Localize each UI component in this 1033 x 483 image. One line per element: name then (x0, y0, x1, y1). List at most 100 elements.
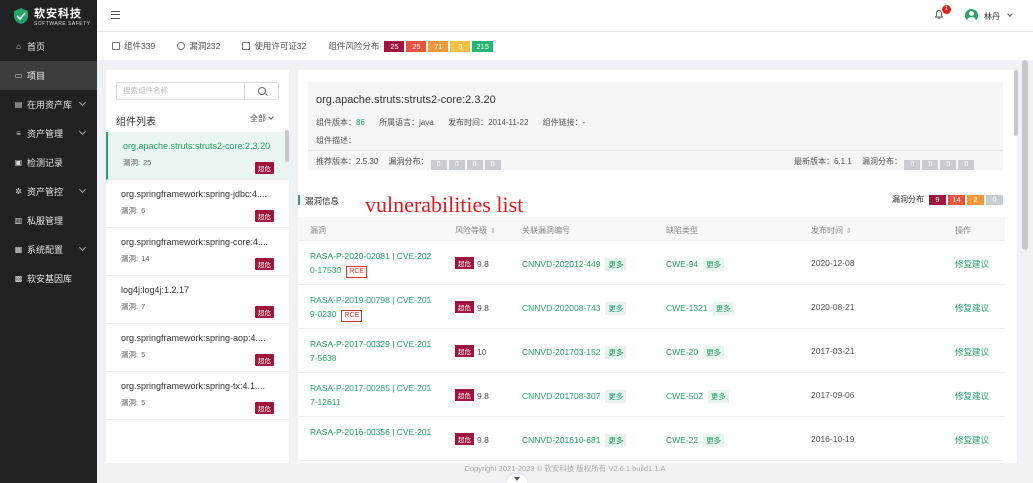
hamburger-menu-icon[interactable] (111, 11, 120, 19)
nav-item-1[interactable]: ▭ 项目 (0, 61, 97, 90)
stat-components[interactable]: 组件339 (112, 40, 155, 52)
nav-item-6[interactable]: ▥ 私服管理 (0, 206, 97, 235)
nav-item-0[interactable]: ⌂ 首页 (0, 32, 97, 61)
folder-icon: ▭ (14, 71, 23, 80)
fix-suggestion-link[interactable]: 修复建议 (955, 302, 989, 314)
risk-level: 超危 9.8 (455, 257, 489, 269)
risk-pill[interactable]: 25 (384, 40, 405, 52)
nav-item-3[interactable]: ≡ 资产管理 (0, 119, 97, 148)
vuln-id-link[interactable]: RASA-P-2020-02081 | CVE-202 (310, 251, 431, 261)
risk-score: 10 (477, 347, 487, 357)
vuln-id-link-cont[interactable]: 7-5638 (310, 353, 336, 363)
more-button[interactable]: 更多 (605, 346, 627, 359)
vuln-dist-pill: 14 (948, 194, 965, 205)
component-search[interactable]: 搜索组件名称 (116, 82, 279, 100)
th-related: 关联漏洞编号 (522, 226, 570, 235)
vuln-id-link-cont[interactable]: 0-17530 RCE (310, 265, 367, 278)
risk-pill[interactable]: 25 (406, 40, 427, 52)
more-button[interactable]: 更多 (703, 258, 725, 271)
stat-licenses-label: 使用许可证32 (254, 41, 307, 51)
list-item[interactable]: org.springframework:spring-core:4.... 漏洞:… (106, 228, 289, 276)
vuln-id-link[interactable]: RASA-P-2017-00285 | CVE-201 (310, 383, 431, 393)
fix-suggestion-link[interactable]: 修复建议 (955, 258, 989, 270)
publish-date: 2020-08-21 (811, 302, 855, 312)
more-button[interactable]: 更多 (712, 302, 734, 315)
dist-box: 0 (940, 160, 957, 170)
cnnvd-link[interactable]: CNNVD-201610-681 更多 (522, 434, 627, 447)
vuln-dist-pill: 2 (967, 194, 984, 205)
list-item[interactable]: org.springframework:spring-aop:4.... 漏洞: 5… (106, 324, 289, 372)
risk-pill[interactable]: 3 (450, 40, 471, 52)
filter-dropdown[interactable]: 全部 (250, 113, 274, 124)
cnnvd-link[interactable]: CNNVD-201708-307 更多 (522, 390, 627, 403)
server-icon: ▥ (14, 216, 23, 225)
th-risk[interactable]: 风险等级 ⇕ (455, 225, 496, 236)
cnnvd-link[interactable]: CNNVD-202008-743 更多 (522, 302, 627, 315)
severity-tag: 超危 (255, 402, 274, 414)
th-published[interactable]: 发布时间 ⇕ (811, 225, 852, 236)
nav-item-2[interactable]: ▤ 在用资产库 (0, 90, 97, 119)
more-button[interactable]: 更多 (605, 258, 627, 271)
risk-pill[interactable]: 215 (472, 40, 493, 52)
fix-suggestion-link[interactable]: 修复建议 (955, 390, 989, 402)
vuln-id-link-cont[interactable]: 7-12611 (310, 397, 341, 407)
publish-date: 2017-09-06 (811, 390, 855, 400)
fix-suggestion-link[interactable]: 修复建议 (955, 434, 989, 446)
cwe-link[interactable]: CWE-1321 更多 (666, 302, 734, 315)
recommend-version: 推荐版本：2.5.30 漏洞分布： 0000 (316, 156, 503, 170)
nav-item-7[interactable]: ▦ 系统配置 (0, 235, 97, 264)
collapse-toggle-icon[interactable] (507, 474, 527, 483)
avatar[interactable] (965, 9, 978, 22)
dist-box: 0 (904, 160, 921, 170)
risk-score: 9.8 (477, 435, 489, 445)
list-item[interactable]: org.apache.struts:struts2-core:2.3.20 漏洞:… (106, 132, 289, 180)
risk-dist-label: 组件风险分布 (328, 41, 380, 51)
cnnvd-link[interactable]: CNNVD-202012-449 更多 (522, 258, 627, 271)
cwe-link[interactable]: CWE-20 更多 (666, 346, 725, 359)
dist-box: 0 (466, 160, 483, 170)
more-button[interactable]: 更多 (605, 434, 627, 447)
table-row: RASA-P-2017-00285 | CVE-201 7-12611 超危 9.8 C… (298, 373, 1005, 417)
list-item[interactable]: org.springframework:spring-tx:4.1.... 漏洞:… (106, 372, 289, 420)
more-button[interactable]: 更多 (703, 346, 725, 359)
brand-logo[interactable]: 软安科技 SOFTWARE SAFETY (0, 0, 97, 32)
nav-item-5[interactable]: ✲ 资产管控 (0, 177, 97, 206)
severity-tag: 超危 (455, 301, 474, 313)
risk-score: 9.8 (477, 259, 489, 269)
page-scrollbar[interactable] (1022, 60, 1028, 250)
component-name: org.springframework:spring-aop:4.... (121, 333, 266, 343)
more-button[interactable]: 更多 (707, 390, 729, 403)
risk-level: 超危 9.8 (455, 389, 489, 401)
nav-item-label: 资产管理 (27, 129, 64, 139)
list-item[interactable]: log4j:log4j:1.2.17 漏洞: 7 超危 (106, 276, 289, 324)
stat-vulns[interactable]: 漏洞232 (177, 40, 220, 52)
more-button[interactable]: 更多 (703, 434, 725, 447)
cwe-link[interactable]: CWE-94 更多 (666, 258, 725, 271)
risk-level: 超危 10 (455, 345, 486, 357)
search-input[interactable]: 搜索组件名称 (117, 83, 244, 99)
fix-suggestion-link[interactable]: 修复建议 (955, 346, 989, 358)
nav-item-4[interactable]: ▣ 检测记录 (0, 148, 97, 177)
username[interactable]: 林丹 (984, 11, 1000, 22)
severity-tag: 超危 (455, 345, 474, 357)
stat-licenses[interactable]: 使用许可证32 (242, 40, 306, 52)
grid-icon: ▩ (14, 274, 23, 283)
cnnvd-link[interactable]: CNNVD-201703-152 更多 (522, 346, 627, 359)
list-item[interactable]: org.springframework:spring-jdbc:4.... 漏洞:… (106, 180, 289, 228)
nav-item-8[interactable]: ▩ 软安基因库 (0, 264, 97, 293)
detail-scrollbar[interactable] (1014, 70, 1018, 136)
more-button[interactable]: 更多 (605, 302, 627, 315)
vuln-id-link[interactable]: RASA-P-2019-00798 | CVE-201 (310, 295, 431, 305)
search-icon[interactable] (244, 83, 278, 99)
more-button[interactable]: 更多 (605, 390, 627, 403)
vuln-id-link[interactable]: RASA-P-2016-00356 | CVE-201 (310, 427, 431, 437)
list-scrollbar[interactable] (285, 130, 289, 162)
table-row: RASA-P-2017-00329 | CVE-201 7-5638 超危 10 CNN… (298, 329, 1005, 373)
cwe-link[interactable]: CWE-22 更多 (666, 434, 725, 447)
chevron-down-icon[interactable] (1007, 11, 1013, 17)
vuln-id-link[interactable]: RASA-P-2017-00329 | CVE-201 (310, 339, 431, 349)
risk-pill[interactable]: 71 (428, 40, 449, 52)
cwe-link[interactable]: CWE-502 更多 (666, 390, 729, 403)
detail-panel: org.apache.struts:struts2-core:2.3.20 组件… (298, 70, 1017, 463)
vuln-id-link-cont[interactable]: 9-0230 RCE (310, 309, 363, 322)
